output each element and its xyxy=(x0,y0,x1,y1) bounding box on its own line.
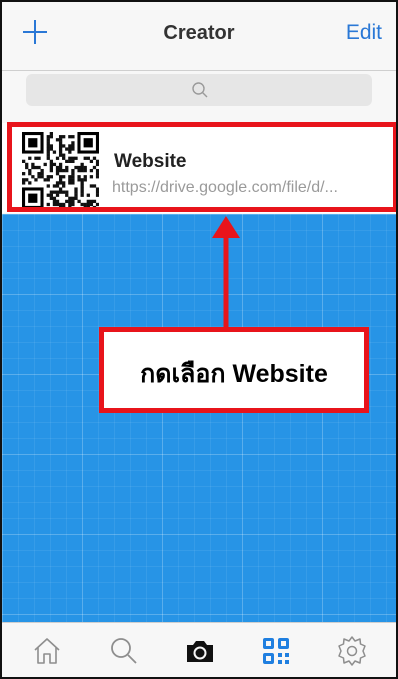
tab-bar xyxy=(2,622,396,677)
search-input[interactable] xyxy=(26,74,372,106)
tab-qr-creator[interactable] xyxy=(243,623,309,677)
tab-settings[interactable] xyxy=(319,623,385,677)
annotation-callout: กดเลือก Website xyxy=(99,327,369,413)
gear-icon xyxy=(338,636,366,666)
empty-area-grid xyxy=(2,214,396,623)
app-screen: Creator Edit Website https://drive.googl… xyxy=(0,0,398,679)
callout-text: กดเลือก Website xyxy=(140,360,328,388)
navigation-bar: Creator Edit xyxy=(2,2,396,71)
tab-search[interactable] xyxy=(91,623,157,677)
camera-icon xyxy=(187,641,213,662)
page-title: Creator xyxy=(163,22,235,44)
home-icon xyxy=(34,638,60,664)
edit-button[interactable]: Edit xyxy=(346,21,382,45)
plus-icon xyxy=(23,20,47,44)
tab-camera[interactable] xyxy=(167,623,233,677)
tab-home[interactable] xyxy=(14,623,80,677)
annotation-arrow xyxy=(212,216,240,328)
qr-code-icon xyxy=(263,638,289,664)
search-icon xyxy=(111,638,137,664)
add-button[interactable] xyxy=(20,17,50,47)
search-icon xyxy=(192,82,208,98)
highlight-box xyxy=(7,122,396,212)
